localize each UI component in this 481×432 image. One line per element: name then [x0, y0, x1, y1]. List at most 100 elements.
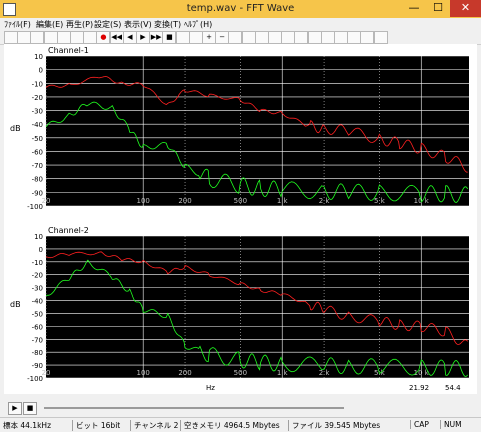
fft-icon[interactable] — [241, 31, 256, 44]
minimize-button[interactable]: — — [402, 0, 426, 17]
filter-icon[interactable] — [268, 31, 282, 44]
seek-slider[interactable] — [44, 407, 344, 409]
menu-settings[interactable]: 設定(S) — [94, 19, 121, 30]
channel-2-plot: Channel-2 dB 10 0 -10 -20 -30 -40 -50 -60 -70 -80 -9… — [4, 224, 477, 394]
next-icon[interactable]: ▶▶ — [149, 31, 164, 44]
cursor-level: 54.4 — [445, 384, 461, 392]
menu-edit[interactable]: 編集(E) — [36, 19, 63, 30]
stop-button[interactable]: ■ — [23, 402, 37, 415]
zoom-out-icon[interactable]: − — [215, 31, 230, 44]
x-axis-unit: Hz — [206, 384, 215, 392]
menu-view[interactable]: 表示(V) — [124, 19, 152, 30]
y-tick-label: -80 — [32, 349, 43, 357]
play-icon[interactable]: ▶ — [136, 31, 150, 44]
x-tick-label: 10 k — [414, 197, 430, 205]
x-tick-label: 20 — [42, 197, 51, 205]
y-tick-label: -80 — [32, 176, 43, 184]
status-channels: チャンネル 2 — [130, 420, 178, 431]
maximize-button[interactable]: ☐ — [426, 0, 450, 17]
y-tick-label: -60 — [32, 148, 43, 156]
status-caps: CAP — [410, 420, 429, 429]
cursor-frequency: 21.92 — [409, 384, 429, 392]
toolbar: ● ◀◀ ◀ ▶ ▶▶ ■ + − — [0, 30, 481, 45]
y-tick-label: 10 — [34, 233, 43, 241]
ed-icon[interactable] — [254, 31, 269, 44]
lbt-icon[interactable] — [294, 31, 309, 44]
x-tick-label: 200 — [178, 369, 191, 377]
menu-bar: ﾌｧｲﾙ(F) 編集(E) 再生(P) 設定(S) 表示(V) 変換(T) ﾍﾙ… — [0, 18, 481, 30]
x-tick-label: 5 k — [374, 197, 386, 205]
marker-icon[interactable] — [188, 31, 203, 44]
status-num: NUM — [440, 420, 462, 429]
x-tick-label: 20 — [42, 369, 51, 377]
y-tick-label: -30 — [32, 108, 43, 116]
stop-icon[interactable]: ■ — [162, 31, 177, 44]
close-button[interactable]: ✕ — [450, 0, 481, 17]
y-tick-label: -60 — [32, 323, 43, 331]
help-icon[interactable] — [360, 31, 375, 44]
y-axis-label: dB — [10, 300, 21, 309]
menu-play[interactable]: 再生(P) — [66, 19, 93, 30]
x-tick-label: 2 k — [319, 197, 331, 205]
menu-file[interactable]: ﾌｧｲﾙ(F) — [4, 19, 31, 30]
open-icon[interactable] — [17, 31, 32, 44]
x-tick-label: 1 k — [277, 197, 289, 205]
rewind-icon[interactable]: ◀◀ — [109, 31, 124, 44]
record-icon[interactable]: ● — [96, 31, 111, 44]
y-tick-label: 10 — [34, 53, 43, 61]
y-tick-label: -40 — [32, 298, 43, 306]
x-tick-label: 100 — [136, 197, 149, 205]
y-axis-label: dB — [10, 124, 21, 133]
x-tick-label: 2 k — [319, 369, 331, 377]
plot-area: Channel-1 dB 10 0 -10 -20 -30 -40 -50 -60 -70 -80 -9… — [4, 44, 477, 394]
y-tick-label: -70 — [32, 162, 43, 170]
x-tick-label: 200 — [178, 197, 191, 205]
y-tick-label: -30 — [32, 285, 43, 293]
y-tick-label: -50 — [32, 310, 43, 318]
zoom-in-icon[interactable]: + — [202, 31, 216, 44]
wave-icon[interactable] — [307, 31, 322, 44]
scope-icon[interactable] — [320, 31, 335, 44]
select-icon[interactable] — [228, 31, 243, 44]
play-button[interactable]: ▶ — [8, 402, 22, 415]
transport-bar: ▶ ■ — [0, 400, 481, 416]
menu-convert[interactable]: 変換(T) — [154, 19, 181, 30]
channel-title: Channel-1 — [48, 46, 89, 55]
menu-help[interactable]: ﾍﾙﾌﾟ(H) — [184, 19, 212, 30]
channel-2-spectrum: Channel-2dB100-10-20-30-40-50-60-70-80-9… — [10, 226, 469, 392]
x-tick-label: 500 — [234, 197, 247, 205]
channel-1-spectrum: Channel-1dB100-10-20-30-40-50-60-70-80-9… — [10, 46, 469, 211]
eq-icon[interactable] — [281, 31, 296, 44]
y-tick-label: -20 — [32, 272, 43, 280]
status-free-memory: 空きメモリ 4964.5 Mbytes — [180, 420, 280, 431]
prev-icon[interactable]: ◀ — [122, 31, 137, 44]
y-tick-label: 0 — [39, 246, 43, 254]
new-icon[interactable] — [4, 31, 18, 44]
channel-title: Channel-2 — [48, 226, 89, 235]
status-sample-rate: 標本 44.1kHz — [3, 421, 52, 430]
paste-icon[interactable] — [70, 31, 84, 44]
cut-icon[interactable] — [43, 31, 58, 44]
x-tick-label: 500 — [234, 369, 247, 377]
channel-1-plot: Channel-1 dB 10 0 -10 -20 -30 -40 -50 -60 -70 -80 -9… — [4, 44, 477, 222]
y-tick-label: -40 — [32, 121, 43, 129]
x-tick-label: 1 k — [277, 369, 289, 377]
y-tick-label: -70 — [32, 336, 43, 344]
title-bar: temp.wav - FFT Wave — ☐ ✕ — [0, 0, 481, 19]
y-tick-label: -20 — [32, 94, 43, 102]
cursor-icon[interactable] — [175, 31, 190, 44]
x-tick-label: 100 — [136, 369, 149, 377]
save-icon[interactable] — [30, 31, 45, 44]
copy-icon[interactable] — [56, 31, 71, 44]
status-file-size: ファイル 39.545 Mbytes — [288, 420, 380, 431]
plot-background — [46, 236, 469, 378]
status-bits: ビット 16bit — [72, 420, 120, 431]
y-tick-label: 0 — [39, 67, 43, 75]
settings-icon[interactable] — [347, 31, 362, 44]
info-icon[interactable] — [373, 31, 388, 44]
undo-icon[interactable] — [83, 31, 98, 44]
y-tick-label: -50 — [32, 135, 43, 143]
y-tick-label: -10 — [32, 80, 43, 88]
spectrum-icon[interactable] — [334, 31, 348, 44]
status-bar: 標本 44.1kHz ビット 16bit チャンネル 2 空きメモリ 4964.… — [0, 417, 481, 432]
